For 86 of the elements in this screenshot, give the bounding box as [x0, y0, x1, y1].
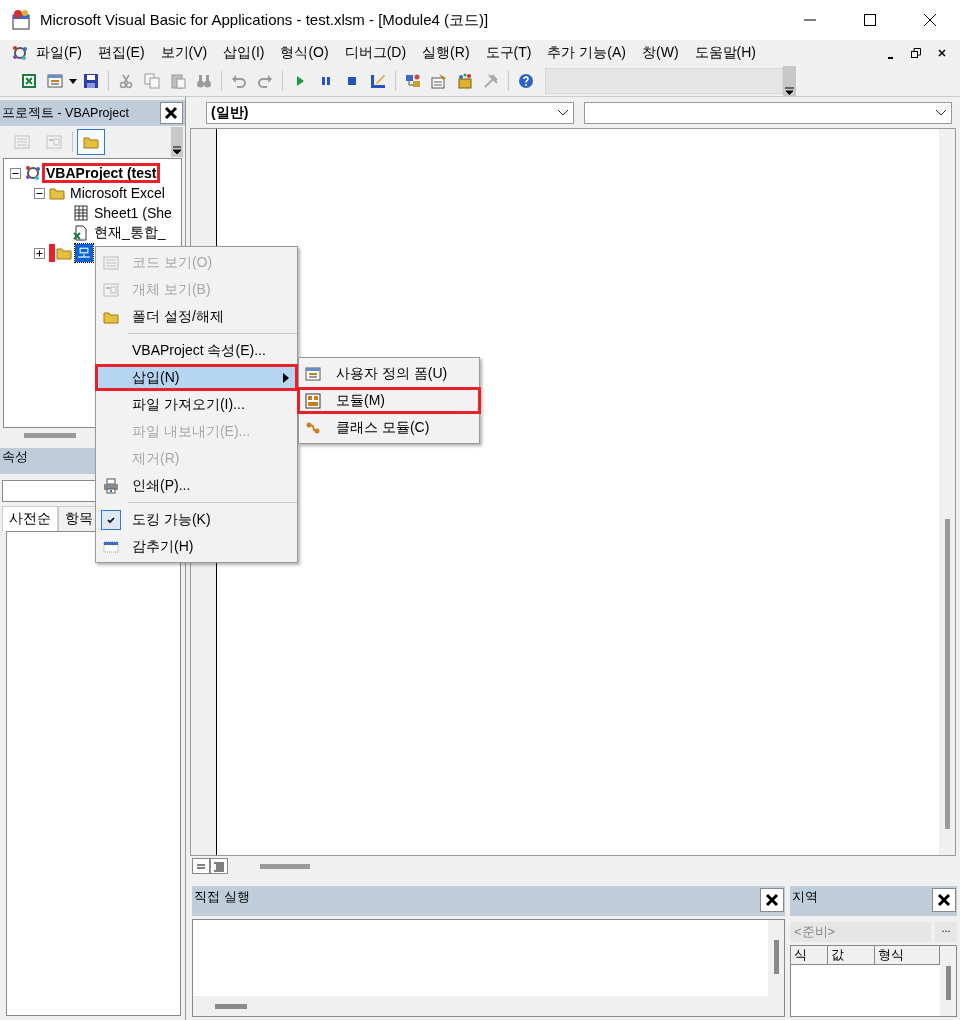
- menu-item[interactable]: 사용자 정의 폼(U): [297, 360, 481, 387]
- menu-item[interactable]: 편집(E): [89, 41, 153, 64]
- tree-item[interactable]: Microsoft Excel: [68, 185, 167, 201]
- collapse-toggle-icon[interactable]: [10, 167, 21, 179]
- workbook-icon[interactable]: [73, 225, 89, 241]
- ruler-pencil-icon[interactable]: [370, 72, 386, 89]
- sheet-icon[interactable]: [73, 205, 89, 221]
- column-header[interactable]: 식: [791, 946, 828, 964]
- toolbar-button[interactable]: [77, 129, 105, 155]
- submenu-arrow-icon: [281, 371, 291, 384]
- menu-item[interactable]: 보기(V): [152, 41, 216, 64]
- object-view-icon: [103, 281, 119, 298]
- close-button[interactable]: [932, 888, 956, 912]
- code-view-icon: [103, 254, 119, 271]
- vba-app-icon: [10, 9, 32, 31]
- close-icon[interactable]: [936, 46, 948, 59]
- tab[interactable]: 사전순: [2, 506, 58, 531]
- lines-icon: [212, 860, 226, 872]
- project-explorer-icon[interactable]: [405, 72, 421, 89]
- close-icon: [163, 105, 179, 121]
- save-icon[interactable]: [83, 72, 99, 89]
- form-icon: [305, 365, 321, 382]
- menu-item[interactable]: 삽입(N): [95, 364, 298, 391]
- expand-toggle-icon[interactable]: [34, 247, 45, 259]
- scrollbar-thumb[interactable]: [24, 432, 76, 438]
- tree-item[interactable]: 현재_통합_: [92, 224, 168, 242]
- close-icon: [764, 892, 780, 908]
- close-icon[interactable]: [922, 12, 938, 28]
- menu-item[interactable]: 삽입(I): [215, 41, 273, 64]
- scrollbar-thumb[interactable]: [944, 519, 950, 829]
- toolbar-overflow-icon[interactable]: [783, 65, 796, 96]
- code-view-icon: [14, 134, 30, 150]
- scrollbar-thumb[interactable]: [215, 1003, 247, 1009]
- tree-item[interactable]: 모: [75, 244, 93, 262]
- procedure-dropdown[interactable]: [584, 102, 952, 124]
- object-browser-icon[interactable]: [457, 72, 473, 89]
- printer-icon: [103, 477, 119, 494]
- pane-title: 직접 실행: [193, 888, 251, 906]
- object-view-icon: [46, 134, 62, 150]
- tree-item[interactable]: Sheet1 (She: [92, 205, 174, 221]
- column-header[interactable]: 값: [828, 946, 875, 964]
- menu-item[interactable]: 도구(T): [477, 41, 540, 64]
- menu-item[interactable]: 도움말(H): [686, 41, 764, 64]
- pane-title: 지역: [791, 888, 819, 906]
- scrollbar-thumb[interactable]: [773, 940, 779, 974]
- scrollbar-thumb[interactable]: [260, 863, 310, 869]
- spreadsheet-icon[interactable]: [21, 72, 37, 89]
- menu-item[interactable]: VBAProject 속성(E)...: [95, 337, 298, 364]
- window-title: Microsoft Visual Basic for Applications - test.xlsm - [Module4 (코드)]: [40, 10, 490, 30]
- procedure-view-button[interactable]: [192, 858, 210, 874]
- menu-item[interactable]: 인쇄(P)...: [95, 472, 298, 499]
- folder-icon: [83, 134, 99, 150]
- project-icon[interactable]: [25, 165, 41, 181]
- menu-item[interactable]: 형식(O): [272, 41, 337, 64]
- help-icon[interactable]: [518, 72, 534, 89]
- menu-item[interactable]: 파일(F): [28, 41, 90, 64]
- menu-item[interactable]: 실행(R): [414, 41, 478, 64]
- folder-icon[interactable]: [56, 245, 72, 261]
- maximize-icon[interactable]: [862, 12, 878, 28]
- tree-item[interactable]: VBAProject (test: [44, 165, 159, 181]
- module-icon: [305, 392, 321, 409]
- context-field: <준비>: [790, 922, 931, 942]
- menu-item[interactable]: 디버그(D): [336, 41, 415, 64]
- collapse-toggle-icon[interactable]: [34, 187, 45, 199]
- toolbar-overflow-icon[interactable]: [171, 127, 183, 157]
- module-view-button[interactable]: [210, 858, 228, 874]
- form-icon[interactable]: [47, 72, 63, 89]
- close-button[interactable]: [760, 888, 784, 912]
- menu-item[interactable]: 추가 기능(A): [539, 41, 634, 64]
- menu-item[interactable]: 창(W): [634, 41, 687, 64]
- vba-menu-icon[interactable]: [12, 44, 28, 61]
- pane-title: 프로젝트 - VBAProject: [1, 104, 131, 122]
- menu-item[interactable]: 파일 가져오기(I)...: [95, 391, 298, 418]
- column-header[interactable]: 형식: [875, 946, 940, 964]
- menu-item[interactable]: 모듈(M): [297, 387, 481, 414]
- menu-item[interactable]: 폴더 설정/해제: [95, 303, 298, 330]
- object-dropdown[interactable]: (일반): [206, 102, 574, 124]
- close-button[interactable]: [160, 102, 183, 124]
- menu-item[interactable]: 클래스 모듈(C): [297, 414, 481, 441]
- close-icon: [936, 892, 952, 908]
- scrollbar-thumb[interactable]: [945, 966, 951, 1000]
- browse-button[interactable]: ...: [935, 922, 957, 942]
- restore-icon[interactable]: [910, 46, 922, 59]
- properties-icon[interactable]: [431, 72, 447, 89]
- menu-item[interactable]: 감추기(H): [95, 533, 298, 560]
- window-icon: [103, 538, 119, 555]
